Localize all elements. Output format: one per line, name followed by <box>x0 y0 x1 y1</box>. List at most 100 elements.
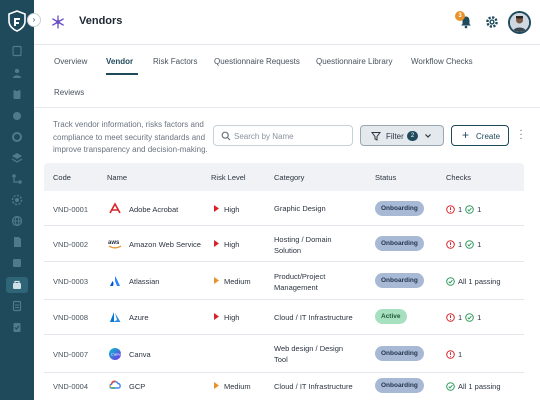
checks-summary: 1 1 <box>446 238 481 250</box>
tab-questionnaire-requests[interactable]: Questionnaire Requests <box>214 57 300 66</box>
tab-questionnaire-library[interactable]: Questionnaire Library <box>316 57 392 66</box>
status-badge: Onboarding <box>375 201 424 216</box>
page-title: Vendors <box>79 15 123 27</box>
failing-checks-count: 1 <box>458 204 463 214</box>
create-label: Create <box>476 132 501 141</box>
vendor-name[interactable]: Amazon Web Service <box>129 240 201 249</box>
nav-settings-icon[interactable] <box>11 194 23 206</box>
filter-button[interactable]: Filter 2 <box>360 125 444 146</box>
azure-logo <box>108 310 122 324</box>
passing-checks-count: 1 <box>477 204 482 214</box>
nav-gear-icon[interactable] <box>11 131 23 143</box>
risk-level: High <box>224 313 240 322</box>
vendor-category: Hosting / Domain Solution <box>274 235 332 255</box>
passing-check-icon <box>446 276 455 286</box>
risk-high-icon <box>214 240 219 247</box>
checks-summary: All 1 passing <box>446 380 501 392</box>
vendor-category: Web design / Design Tool <box>274 344 344 364</box>
risk-medium-icon <box>214 277 219 284</box>
search-box[interactable] <box>213 125 353 146</box>
risk-level: High <box>224 205 240 214</box>
nav-layers-icon[interactable] <box>11 152 23 164</box>
risk-medium-icon <box>214 382 219 389</box>
column-header-checks[interactable]: Checks <box>446 173 471 182</box>
search-icon <box>221 131 231 141</box>
vendor-name[interactable]: Atlassian <box>129 277 159 286</box>
vendor-name[interactable]: Azure <box>129 313 149 322</box>
checks-summary: 1 1 <box>446 203 481 215</box>
adobe-acrobat-logo <box>108 201 122 215</box>
status-badge: Onboarding <box>375 273 424 288</box>
vendor-category: Cloud / IT Infrastructure <box>274 382 353 391</box>
failing-checks-count: 1 <box>458 239 463 249</box>
column-header-category[interactable]: Category <box>274 173 304 182</box>
risk-level: Medium <box>224 277 251 286</box>
nav-workflow-icon[interactable] <box>11 173 23 185</box>
sidebar-collapse-button[interactable]: › <box>27 13 41 27</box>
column-header-name[interactable]: Name <box>107 173 127 182</box>
table-row[interactable]: VND-0003 Atlassian Medium Product/Projec… <box>44 262 524 300</box>
nav-users-icon[interactable] <box>11 67 23 79</box>
settings-gear-icon[interactable] <box>485 15 499 29</box>
vendor-code: VND-0002 <box>53 240 89 249</box>
nav-vendors-icon[interactable] <box>11 279 23 291</box>
user-avatar[interactable] <box>508 11 531 34</box>
failing-checks-count: 1 <box>458 349 463 359</box>
svg-text:Canva: Canva <box>111 352 122 357</box>
status-badge: Onboarding <box>375 378 424 393</box>
app-logo[interactable] <box>7 10 27 32</box>
svg-text:aws: aws <box>108 240 120 246</box>
vendor-code: VND-0007 <box>53 350 89 359</box>
notification-count-badge: 3 <box>455 11 465 21</box>
filter-count-badge: 2 <box>407 131 418 141</box>
nav-clipboard-icon[interactable] <box>11 88 23 100</box>
tab-vendor[interactable]: Vendor <box>106 57 133 66</box>
vendor-name[interactable]: Canva <box>129 350 151 359</box>
more-options-icon[interactable]: · · · <box>518 126 524 144</box>
vendor-name[interactable]: Adobe Acrobat <box>129 205 178 214</box>
status-badge: Onboarding <box>375 236 424 251</box>
vendor-code: VND-0001 <box>53 205 89 214</box>
vendors-page-icon <box>51 15 65 29</box>
nav-document-icon[interactable] <box>11 236 23 248</box>
create-button[interactable]: + Create <box>451 125 509 146</box>
table-row[interactable]: VND-0008 Azure High Cloud / IT Infrastru… <box>44 300 524 335</box>
failing-check-icon <box>446 349 455 359</box>
risk-level: Medium <box>224 382 251 391</box>
status-badge: Active <box>375 309 407 324</box>
table-row[interactable]: VND-0007 Canva Canva Web design / Design… <box>44 335 524 373</box>
tab-reviews[interactable]: Reviews <box>54 88 84 97</box>
failing-check-icon <box>446 239 455 249</box>
plus-icon: + <box>462 128 470 142</box>
passing-check-icon <box>465 204 474 214</box>
column-header-risk-level[interactable]: Risk Level <box>211 173 246 182</box>
nav-globe-icon[interactable] <box>11 215 23 227</box>
risk-high-icon <box>214 313 219 320</box>
table-row[interactable]: VND-0004 GCP Medium Cloud / IT Infrastru… <box>44 373 524 400</box>
vendor-name[interactable]: GCP <box>129 382 145 391</box>
failing-check-icon <box>446 204 455 214</box>
checks-summary: 1 1 <box>446 311 481 323</box>
failing-checks-count: 1 <box>458 312 463 322</box>
search-input[interactable] <box>234 129 346 143</box>
vendor-code: VND-0008 <box>53 313 89 322</box>
aws-logo: aws <box>108 236 122 250</box>
nav-policies-icon[interactable] <box>11 300 23 312</box>
tab-risk-factors[interactable]: Risk Factors <box>153 57 197 66</box>
vendor-table: Code Name Risk Level Category Status Che… <box>44 163 524 400</box>
checks-summary: 1 <box>446 348 462 360</box>
nav-tasks-icon[interactable] <box>11 321 23 333</box>
column-header-code[interactable]: Code <box>53 173 71 182</box>
checks-status-text: All 1 passing <box>458 381 501 391</box>
nav-dashboard-icon[interactable] <box>11 45 23 57</box>
main-content: Overview Vendor Risk Factors Questionnai… <box>34 45 540 400</box>
tab-workflow-checks[interactable]: Workflow Checks <box>411 57 473 66</box>
table-row[interactable]: VND-0001 Adobe Acrobat High Graphic Desi… <box>44 191 524 226</box>
filter-label: Filter <box>386 132 404 141</box>
nav-shield-icon[interactable] <box>11 110 23 122</box>
column-header-status[interactable]: Status <box>375 173 396 182</box>
table-row[interactable]: VND-0002 aws Amazon Web Service High Hos… <box>44 226 524 262</box>
nav-reports-icon[interactable] <box>11 257 23 269</box>
tab-overview[interactable]: Overview <box>54 57 87 66</box>
filter-icon <box>371 132 381 141</box>
